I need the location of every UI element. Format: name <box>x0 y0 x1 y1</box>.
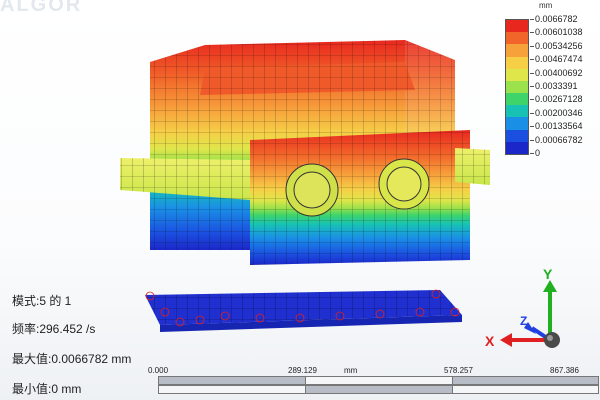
bearing-housing <box>250 130 470 265</box>
legend-color-segment <box>506 117 528 131</box>
color-legend: mm 0.0066782 0.00601038 0.00534256 0.004… <box>505 1 600 158</box>
legend-label: 0 <box>529 148 541 158</box>
scale-tick: 289.129 <box>288 366 317 375</box>
scale-row-top <box>158 376 599 385</box>
legend-label: 0.00066782 <box>530 134 583 145</box>
legend-label: 0.00133564 <box>530 121 583 132</box>
scale-tick: 578.257 <box>444 366 473 375</box>
legend-color-segment <box>506 44 528 58</box>
z-axis-label: Z <box>520 314 528 328</box>
legend-color-segment <box>506 93 528 106</box>
legend-label: 0.0066782 <box>530 14 578 24</box>
legend-label: 0.00534256 <box>530 40 583 51</box>
legend-color-segment <box>506 129 528 143</box>
scale-unit-label: mm <box>344 366 358 375</box>
max-value-readout: 最大值:0.0066782 mm <box>12 352 132 366</box>
x-axis-label: X <box>485 333 495 349</box>
base-plate <box>145 290 462 332</box>
frequency-readout: 频率:296.452 /s <box>12 322 96 336</box>
legend-label: 0.00400692 <box>530 67 583 78</box>
legend-color-segment <box>506 32 528 45</box>
orientation-triad[interactable]: X Y Z <box>480 266 580 360</box>
mode-readout: 模式:5 的 1 <box>12 294 72 308</box>
legend-label: 0.0033391 <box>530 81 578 91</box>
model-viewport[interactable]: ALGOR mm 0.0066782 0.00601038 0.00534256… <box>0 0 600 400</box>
legend-color-bar <box>505 19 529 155</box>
y-axis-label: Y <box>543 266 553 282</box>
legend-color-segment <box>506 141 528 155</box>
legend-color-segment <box>506 80 528 94</box>
scale-row-bottom <box>158 385 599 394</box>
scale-tick: 867.386 <box>550 366 579 375</box>
legend-color-segment <box>506 56 528 70</box>
scale-tick: 0.000 <box>148 366 169 375</box>
scale-bar: 0.000 289.129 mm 578.257 mm 867.386 <box>148 366 599 400</box>
legend-unit: mm <box>539 1 553 10</box>
min-value-readout: 最小值:0 mm <box>12 382 82 396</box>
legend-label: 0.00267128 <box>530 94 583 105</box>
legend-color-segment <box>506 105 528 118</box>
legend-label: 0.00200346 <box>530 107 583 118</box>
legend-label: 0.00601038 <box>530 27 583 38</box>
legend-color-segment <box>506 68 528 82</box>
legend-label: 0.00467474 <box>530 54 583 65</box>
legend-color-segment <box>506 20 528 33</box>
